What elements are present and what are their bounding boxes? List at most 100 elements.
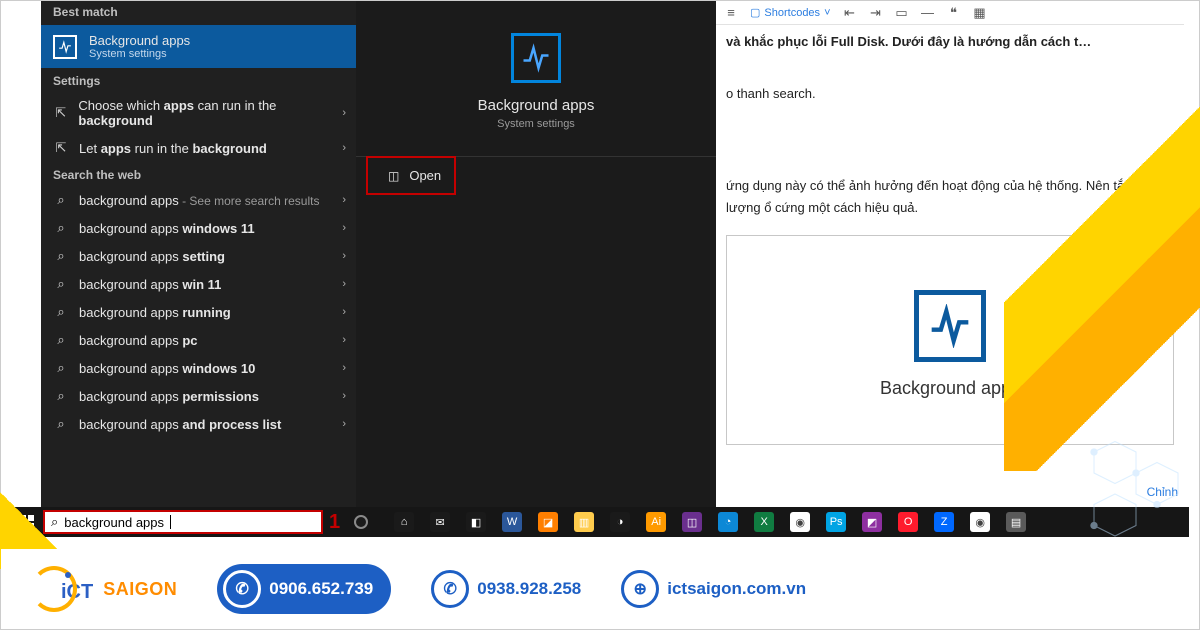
search-icon: ⌕ [53, 388, 69, 404]
search-icon: ⌕ [53, 304, 69, 320]
web-result-label: background apps win 11 [79, 277, 221, 292]
web-result-label: background apps and process list [79, 417, 281, 432]
search-icon: ⌕ [51, 514, 58, 530]
photoshop-icon[interactable]: Ps [826, 512, 846, 532]
web-result-label: background apps - See more search result… [79, 193, 319, 208]
web-result[interactable]: ⌕ background apps and process list › [41, 410, 356, 438]
web-result[interactable]: ⌕ background apps pc › [41, 326, 356, 354]
activity-icon [511, 33, 561, 83]
chevron-right-icon: › [342, 194, 346, 206]
chevron-right-icon: › [342, 418, 346, 430]
external-icon: ⇱ [53, 105, 68, 121]
web-result-label: background apps permissions [79, 389, 259, 404]
logo: iCT SAIGON [31, 566, 177, 612]
chevron-right-icon: › [342, 390, 346, 402]
contact-footer: iCT SAIGON ✆ 0906.652.739 ✆ 0938.928.258… [1, 549, 1199, 629]
external-icon: ⇱ [53, 140, 69, 156]
settings-item-label: Let apps run in the background [79, 141, 267, 156]
web-result[interactable]: ⌕background apps win 11› [41, 270, 356, 298]
align-icon[interactable]: ≡ [724, 6, 738, 20]
annotation-1: 1 [329, 511, 340, 534]
globe-icon: ⊕ [621, 570, 659, 608]
explorer-icon[interactable]: ▥ [574, 512, 594, 532]
outdent-icon[interactable]: ⇤ [843, 6, 857, 20]
quote-icon[interactable]: ❝ [947, 6, 961, 20]
best-match-item[interactable]: Background apps System settings [41, 25, 356, 68]
search-icon: ⌕ [53, 360, 69, 376]
chevron-right-icon: › [342, 278, 346, 290]
settings-item-label: Choose which apps can run in the backgro… [78, 98, 344, 128]
web-result[interactable]: ⌕ background apps - See more search resu… [41, 186, 356, 214]
activity-icon [53, 35, 77, 59]
open-button[interactable]: ◫ Open [366, 156, 456, 195]
best-match-subtitle: System settings [89, 48, 190, 60]
figure-caption: Background apps [727, 378, 1173, 399]
chevron-right-icon: › [342, 306, 346, 318]
phone-primary[interactable]: ✆ 0906.652.739 [217, 564, 391, 614]
hr-icon[interactable]: — [921, 6, 935, 20]
zalo-icon[interactable]: Z [934, 512, 954, 532]
web-result[interactable]: ⌕ background apps permissions › [41, 382, 356, 410]
start-button[interactable] [11, 507, 43, 537]
search-icon: ⌕ [53, 332, 69, 348]
web-result[interactable]: ⌕background apps windows 11› [41, 214, 356, 242]
preview-title: Background apps [356, 97, 716, 114]
edge-icon[interactable]: ◔ [718, 512, 738, 532]
mail-icon[interactable]: ✉ [430, 512, 450, 532]
best-match-title: Background apps [89, 33, 190, 48]
app2-icon[interactable]: ◑ [610, 512, 630, 532]
table-icon[interactable]: ▦ [973, 6, 987, 20]
opera-icon[interactable]: O [898, 512, 918, 532]
website-link[interactable]: ⊕ ictsaigon.com.vn [621, 570, 806, 608]
app1-icon[interactable]: ◪ [538, 512, 558, 532]
shortcodes-dropdown[interactable]: ▢ Shortcodes ˅ [750, 6, 831, 19]
camera-icon[interactable]: ◧ [466, 512, 486, 532]
inserted-figure[interactable]: Feedback Background apps [726, 235, 1174, 445]
web-result-label: background apps pc [79, 333, 198, 348]
chrome-icon[interactable]: ◉ [790, 512, 810, 532]
search-preview-panel: Background apps System settings ◫ Open 2 [356, 1, 716, 507]
search-icon: ⌕ [53, 192, 69, 208]
search-web-header: Search the web [41, 162, 356, 186]
illustrator-icon[interactable]: Ai [646, 512, 666, 532]
phone-icon: ✆ [223, 570, 261, 608]
indent-icon[interactable]: ⇥ [869, 6, 883, 20]
chevron-right-icon: › [342, 142, 346, 154]
cortana-icon[interactable] [354, 515, 368, 529]
settings-item[interactable]: ⇱ Let apps run in the background › [41, 134, 356, 162]
image-icon[interactable]: ▭ [895, 6, 909, 20]
chevron-right-icon: › [342, 107, 346, 119]
chevron-right-icon: › [342, 362, 346, 374]
web-result-label: background apps windows 10 [79, 361, 255, 376]
store-icon[interactable]: ⌂ [394, 512, 414, 532]
app4-icon[interactable]: ◩ [862, 512, 882, 532]
decoration [989, 429, 1199, 559]
open-icon: ◫ [388, 169, 399, 183]
editor-content[interactable]: và khắc phục lỗi Full Disk. Dưới đây là … [716, 25, 1184, 225]
search-icon: ⌕ [53, 248, 69, 264]
taskbar-search[interactable]: ⌕ background apps [43, 510, 323, 534]
settings-item[interactable]: ⇱ Choose which apps can run in the backg… [41, 92, 356, 134]
web-result-label: background apps setting [79, 249, 225, 264]
word-icon[interactable]: W [502, 512, 522, 532]
search-input-value: background apps [64, 515, 164, 530]
best-match-header: Best match [41, 1, 356, 25]
search-results-panel: Best match Background apps System settin… [41, 1, 356, 507]
excel-icon[interactable]: X [754, 512, 774, 532]
web-result[interactable]: ⌕ background apps windows 10 › [41, 354, 356, 382]
editor-toolbar[interactable]: ≡ ▢ Shortcodes ˅ ⇤ ⇥ ▭ — ❝ ▦ [716, 1, 1184, 25]
chrome2-icon[interactable]: ◉ [970, 512, 990, 532]
chevron-right-icon: › [342, 250, 346, 262]
web-result-label: background apps running [79, 305, 231, 320]
app3-icon[interactable]: ◫ [682, 512, 702, 532]
phone-secondary[interactable]: ✆ 0938.928.258 [431, 570, 581, 608]
search-icon: ⌕ [53, 416, 69, 432]
phone-icon: ✆ [431, 570, 469, 608]
web-result[interactable]: ⌕ background apps running › [41, 298, 356, 326]
activity-icon [914, 290, 986, 362]
chevron-right-icon: › [342, 334, 346, 346]
settings-header: Settings [41, 68, 356, 92]
web-result-label: background apps windows 11 [79, 221, 255, 236]
web-result[interactable]: ⌕ background apps setting › [41, 242, 356, 270]
chevron-right-icon: › [342, 222, 346, 234]
